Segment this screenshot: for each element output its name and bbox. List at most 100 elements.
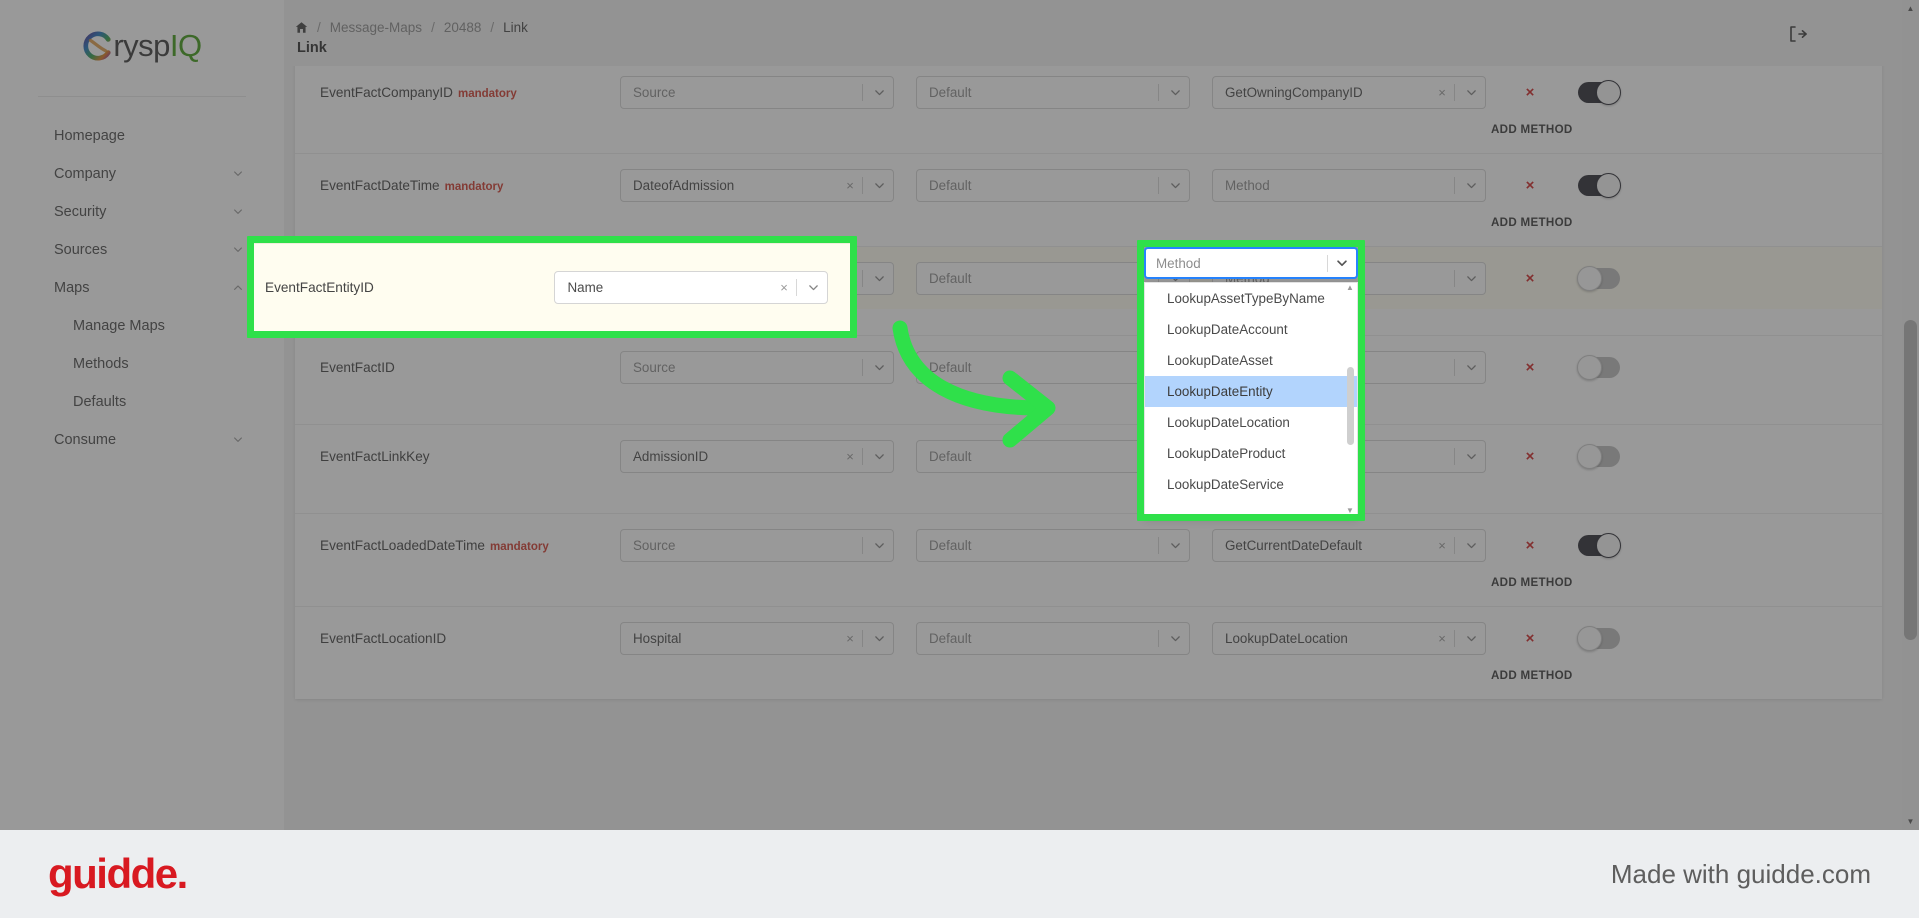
sidebar-item-consume[interactable]: Consume: [0, 421, 284, 458]
clear-icon[interactable]: ×: [774, 280, 794, 295]
chevron-down-icon[interactable]: [1457, 179, 1485, 192]
source-select[interactable]: Source: [620, 75, 894, 109]
method-select[interactable]: GetCurrentDateDefault ×: [1212, 528, 1486, 562]
scroll-up-arrow-icon[interactable]: ▲: [1902, 0, 1919, 17]
dropdown-option-lookupdatelocation[interactable]: LookupDateLocation: [1145, 407, 1357, 438]
clear-icon[interactable]: ×: [1432, 631, 1452, 646]
source-select-eventfactentityid[interactable]: Name ×: [554, 271, 828, 304]
logout-icon[interactable]: [1787, 24, 1809, 46]
sidebar-item-sources[interactable]: Sources: [0, 231, 284, 268]
chevron-down-icon[interactable]: [232, 168, 244, 180]
scroll-down-arrow-icon[interactable]: ▼: [1902, 813, 1919, 830]
scrollbar-thumb[interactable]: [1904, 320, 1917, 640]
sidebar-item-label: Homepage: [54, 127, 125, 144]
sidebar-item-company[interactable]: Company: [0, 155, 284, 192]
chevron-down-icon[interactable]: [865, 361, 893, 374]
method-dropdown-control[interactable]: Method: [1144, 247, 1358, 279]
breadcrumb-item-20488[interactable]: 20488: [444, 20, 482, 35]
source-select[interactable]: DateofAdmission ×: [620, 168, 894, 202]
highlighted-row-eventfactentityid[interactable]: EventFactEntityID Name ×: [254, 243, 850, 331]
chevron-down-icon[interactable]: [1161, 86, 1189, 99]
sidebar-item-homepage[interactable]: Homepage: [0, 117, 284, 154]
chevron-down-icon[interactable]: [1328, 256, 1356, 270]
row-toggle[interactable]: [1577, 443, 1620, 469]
toggle-knob: [1596, 79, 1621, 105]
sidebar-item-security[interactable]: Security: [0, 193, 284, 230]
dropdown-option-lookupassettypebyname[interactable]: LookupAssetTypeByName: [1145, 283, 1357, 314]
chevron-down-icon[interactable]: [232, 206, 244, 218]
row-toggle[interactable]: [1578, 172, 1621, 198]
chevron-down-icon[interactable]: [1457, 450, 1485, 463]
separator: [1454, 176, 1455, 194]
add-method-button[interactable]: ADD METHOD: [295, 669, 1882, 699]
chevron-down-icon[interactable]: [865, 539, 893, 552]
delete-row-button[interactable]: ×: [1512, 448, 1548, 465]
chevron-down-icon[interactable]: [1161, 179, 1189, 192]
sidebar-item-defaults[interactable]: Defaults: [0, 383, 284, 420]
dropdown-option-lookupdateservice[interactable]: LookupDateService: [1145, 469, 1357, 500]
source-select[interactable]: AdmissionID ×: [620, 439, 894, 473]
add-method-button[interactable]: ADD METHOD: [295, 216, 1882, 246]
delete-row-button[interactable]: ×: [1512, 177, 1548, 194]
delete-row-button[interactable]: ×: [1512, 359, 1548, 376]
source-select[interactable]: Source: [620, 528, 894, 562]
clear-icon[interactable]: ×: [1432, 538, 1452, 553]
chevron-down-icon[interactable]: [1457, 272, 1485, 285]
source-select[interactable]: Source: [620, 350, 894, 384]
dropdown-option-lookupdateaccount[interactable]: LookupDateAccount: [1145, 314, 1357, 345]
add-method-button[interactable]: ADD METHOD: [295, 576, 1882, 606]
home-icon[interactable]: [295, 21, 308, 34]
chevron-down-icon[interactable]: [865, 272, 893, 285]
row-toggle[interactable]: [1578, 532, 1621, 558]
chevron-down-icon[interactable]: [1457, 86, 1485, 99]
delete-row-button[interactable]: ×: [1512, 630, 1548, 647]
delete-row-button[interactable]: ×: [1512, 537, 1548, 554]
chevron-up-icon[interactable]: [232, 282, 244, 294]
clear-icon[interactable]: ×: [840, 631, 860, 646]
dropdown-scrollbar[interactable]: [1347, 285, 1354, 516]
breadcrumb-item-message-maps[interactable]: Message-Maps: [330, 20, 422, 35]
dropdown-scroll-down-icon[interactable]: ▼: [1346, 507, 1354, 515]
default-select[interactable]: Default: [916, 621, 1190, 655]
clear-icon[interactable]: ×: [840, 449, 860, 464]
method-select[interactable]: LookupDateLocation ×: [1212, 621, 1486, 655]
method-dropdown-menu[interactable]: LookupAssetTypeByName LookupDateAccount Lo…: [1144, 282, 1358, 517]
page-scrollbar[interactable]: ▲ ▼: [1902, 0, 1919, 830]
clear-icon[interactable]: ×: [840, 178, 860, 193]
row-toggle[interactable]: [1578, 79, 1621, 105]
dropdown-option-lookupdateproduct[interactable]: LookupDateProduct: [1145, 438, 1357, 469]
chevron-down-icon[interactable]: [865, 179, 893, 192]
dropdown-option-lookupdateasset[interactable]: LookupDateAsset: [1145, 345, 1357, 376]
source-select[interactable]: Hospital ×: [620, 621, 894, 655]
sidebar-item-manage-maps[interactable]: Manage Maps: [0, 307, 284, 344]
sidebar-item-maps[interactable]: Maps: [0, 269, 284, 306]
chevron-down-icon[interactable]: [865, 86, 893, 99]
method-select[interactable]: GetOwningCompanyID ×: [1212, 75, 1486, 109]
chevron-down-icon[interactable]: [1161, 539, 1189, 552]
chevron-down-icon[interactable]: [799, 281, 827, 294]
chevron-down-icon[interactable]: [1457, 361, 1485, 374]
default-select[interactable]: Default: [916, 168, 1190, 202]
app-logo[interactable]: rysp IQ: [0, 0, 284, 92]
default-select[interactable]: Default: [916, 528, 1190, 562]
delete-row-button[interactable]: ×: [1512, 84, 1548, 101]
row-toggle[interactable]: [1577, 354, 1620, 380]
chevron-down-icon[interactable]: [1161, 632, 1189, 645]
dropdown-option-lookupdateentity[interactable]: LookupDateEntity: [1145, 376, 1357, 407]
row-toggle[interactable]: [1577, 625, 1620, 651]
default-select[interactable]: Default: [916, 75, 1190, 109]
add-method-button[interactable]: ADD METHOD: [295, 123, 1882, 153]
sidebar-item-methods[interactable]: Methods: [0, 345, 284, 382]
chevron-down-icon[interactable]: [865, 450, 893, 463]
chevron-down-icon[interactable]: [1457, 632, 1485, 645]
delete-row-button[interactable]: ×: [1512, 270, 1548, 287]
dropdown-scrollbar-thumb[interactable]: [1347, 367, 1354, 445]
row-toggle[interactable]: [1577, 265, 1620, 291]
method-select[interactable]: Method: [1212, 168, 1486, 202]
chevron-down-icon[interactable]: [1457, 539, 1485, 552]
chevron-down-icon[interactable]: [865, 632, 893, 645]
chevron-down-icon[interactable]: [232, 434, 244, 446]
clear-icon[interactable]: ×: [1432, 85, 1452, 100]
method-dropdown-open[interactable]: Method LookupAssetTypeByName LookupDateAc…: [1144, 247, 1358, 517]
chevron-down-icon[interactable]: [232, 244, 244, 256]
